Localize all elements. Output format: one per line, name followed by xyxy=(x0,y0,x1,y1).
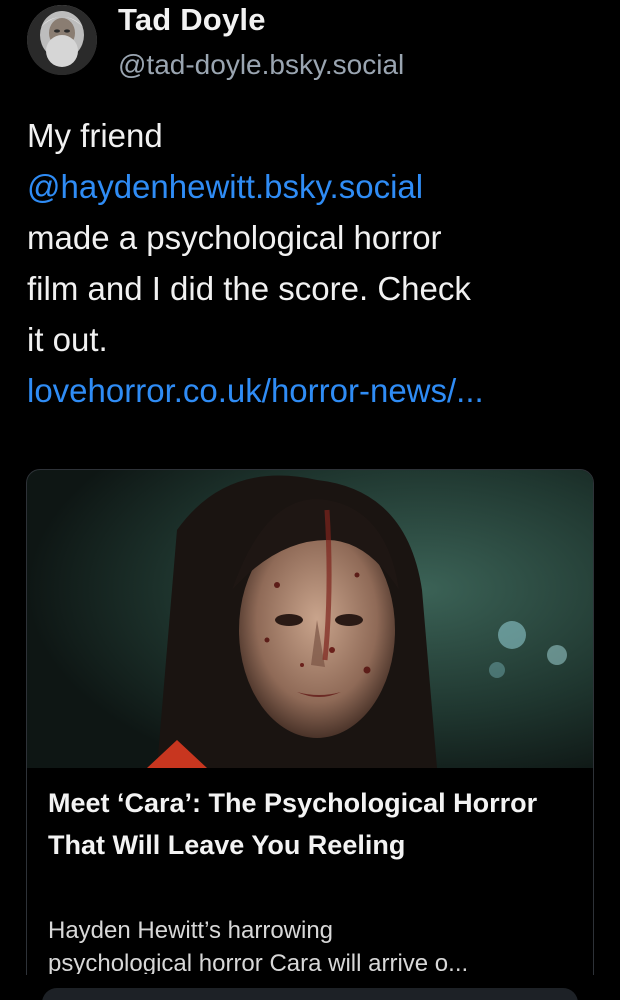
film-still-illustration xyxy=(27,470,593,768)
link-card-description-line: psychological horror Cara will arrive o.… xyxy=(48,950,469,974)
post-text-line: made a psychological horror xyxy=(27,219,442,256)
link-preview-card[interactable]: Meet ‘Cara’: The Psychological Horror Th… xyxy=(26,469,594,1000)
film-still-image xyxy=(27,470,593,768)
bottom-composer-bar[interactable] xyxy=(42,988,578,1000)
author-display-name[interactable]: Tad Doyle xyxy=(118,0,266,40)
link-card-body: Meet ‘Cara’: The Psychological Horror Th… xyxy=(27,768,593,1000)
post-text-line: it out. xyxy=(27,321,108,358)
link-card-description-line: Hayden Hewitt’s harrowing xyxy=(48,917,334,944)
mention-link[interactable]: @haydenhewitt.bsky.social xyxy=(27,161,597,212)
post-text-line: My friend xyxy=(27,117,163,154)
link-card-title: Meet ‘Cara’: The Psychological Horror Th… xyxy=(48,788,538,860)
post-text: My friend @haydenhewitt.bsky.social made… xyxy=(27,110,597,416)
link-card-description: Hayden Hewitt’s harrowing psychological … xyxy=(48,914,578,974)
author-handle[interactable]: @tad-doyle.bsky.social xyxy=(118,47,404,83)
post-header: Tad Doyle @tad-doyle.bsky.social xyxy=(0,0,620,90)
author-avatar[interactable] xyxy=(27,5,97,75)
external-url-link[interactable]: lovehorror.co.uk/horror-news/... xyxy=(27,365,597,416)
post-text-line: film and I did the score. Check xyxy=(27,270,471,307)
avatar-portrait-icon xyxy=(27,5,97,75)
